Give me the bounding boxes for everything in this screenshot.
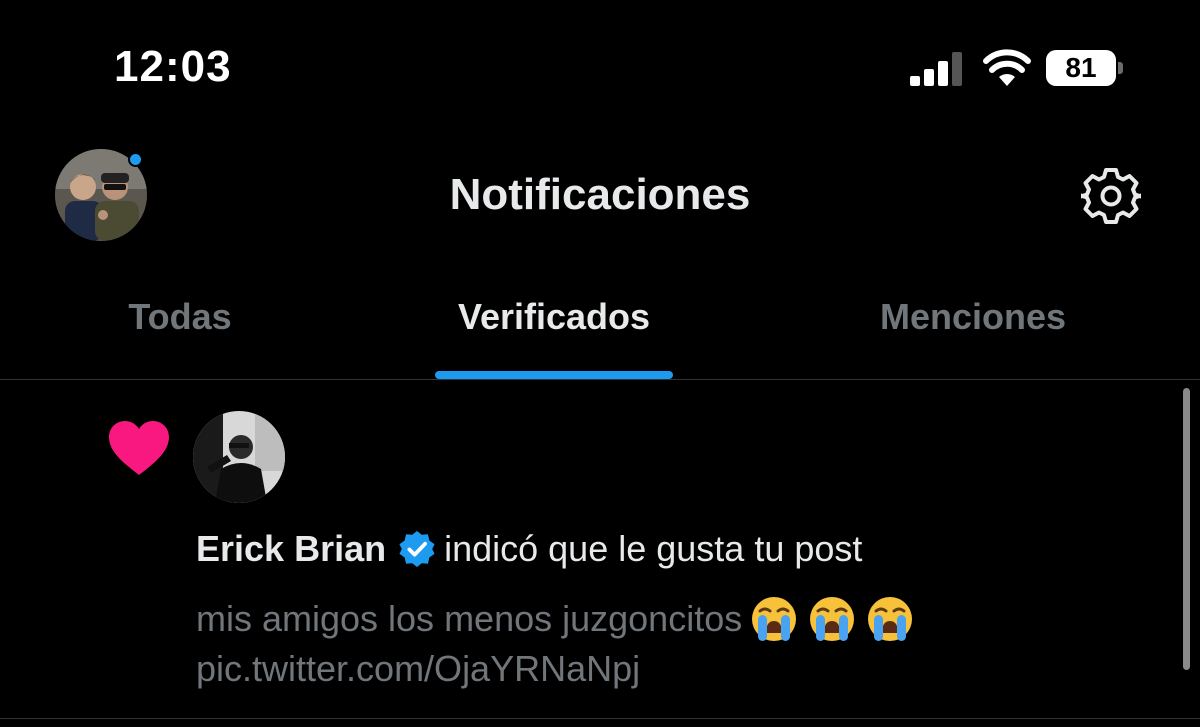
battery-level: 81 xyxy=(1065,52,1097,83)
notification-action: indicó que le gusta tu post xyxy=(444,528,863,569)
tab-todas[interactable]: Todas xyxy=(80,296,280,338)
page-title: Notificaciones xyxy=(449,170,751,219)
verified-badge-icon xyxy=(399,530,435,568)
tab-verificados[interactable]: Verificados xyxy=(404,296,704,338)
tab-menciones[interactable]: Menciones xyxy=(823,296,1123,338)
status-time: 12:03 xyxy=(114,42,232,91)
divider xyxy=(0,379,1200,380)
actor-avatar[interactable] xyxy=(193,411,285,503)
heart-icon xyxy=(109,421,169,475)
actor-name[interactable]: Erick Brian xyxy=(196,528,386,570)
loudly-crying-face-icon xyxy=(752,597,797,641)
notification-text: Erick Brian indicó que le gusta tu post xyxy=(196,528,862,570)
cellular-signal-icon xyxy=(910,52,962,86)
post-text: mis amigos los menos juzgoncitos xyxy=(196,598,743,639)
post-preview: mis amigos los menos juzgoncitos xyxy=(196,595,914,643)
loudly-crying-face-icon xyxy=(810,597,855,641)
divider xyxy=(0,718,1200,719)
gear-icon[interactable] xyxy=(1081,166,1141,226)
wifi-icon xyxy=(983,49,1031,86)
battery-indicator: 81 xyxy=(1046,50,1124,86)
post-link[interactable]: pic.twitter.com/OjaYRNaNpj xyxy=(196,648,640,690)
unread-dot xyxy=(128,152,143,167)
active-tab-indicator xyxy=(435,371,673,379)
battery-nub xyxy=(1118,62,1123,74)
loudly-crying-face-icon xyxy=(868,597,913,641)
actor-avatar-photo xyxy=(193,411,285,503)
scrollbar[interactable] xyxy=(1183,388,1190,670)
